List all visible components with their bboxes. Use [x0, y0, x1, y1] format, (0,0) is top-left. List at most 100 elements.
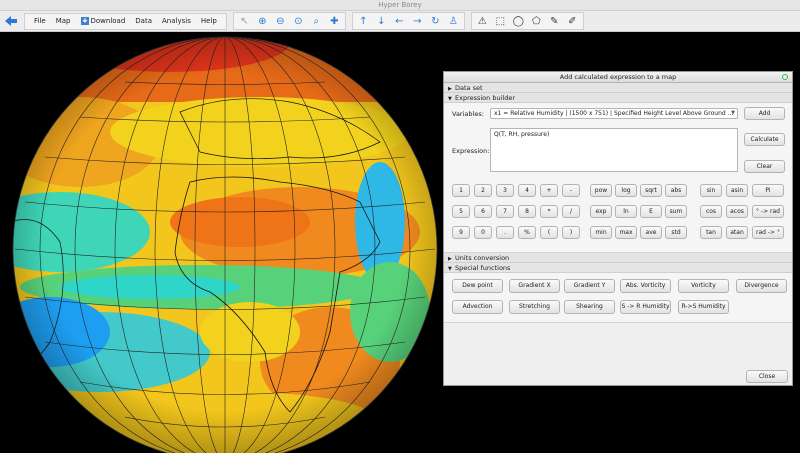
keypad-button[interactable]: +: [540, 184, 558, 197]
keypad-button[interactable]: .: [496, 226, 514, 239]
zoom-out-icon[interactable]: ⊖: [272, 14, 289, 29]
dew-point-button[interactable]: Dew point: [452, 279, 503, 293]
expression-input[interactable]: Q(T, RH, pressure): [490, 128, 738, 172]
stretching-button[interactable]: Stretching: [509, 300, 560, 314]
zoom-in-icon[interactable]: ⊕: [254, 14, 271, 29]
function-button[interactable]: ave: [640, 226, 662, 239]
divergence-button[interactable]: Divergence: [736, 279, 787, 293]
trig-button[interactable]: Pi: [752, 184, 784, 197]
menu-download[interactable]: Download: [76, 14, 131, 29]
trig-button[interactable]: cos: [700, 205, 722, 218]
shearing-button[interactable]: Shearing: [564, 300, 615, 314]
section-special-functions[interactable]: ▼ Special functions: [444, 263, 792, 273]
function-button[interactable]: min: [590, 226, 612, 239]
section-special-label: Special functions: [455, 264, 511, 272]
keypad-button[interactable]: 3: [496, 184, 514, 197]
function-button[interactable]: pow: [590, 184, 612, 197]
section-data-set-label: Data set: [455, 84, 483, 92]
dialog-status-icon[interactable]: [782, 74, 788, 80]
keypad-button[interactable]: 4: [518, 184, 536, 197]
keypad-button[interactable]: -: [562, 184, 580, 197]
special-functions-panel: Dew point Gradient X Gradient Y Abs. Vor…: [444, 273, 792, 323]
keypad-button[interactable]: ): [562, 226, 580, 239]
keypad-button[interactable]: 8: [518, 205, 536, 218]
function-button[interactable]: ln: [615, 205, 637, 218]
function-button[interactable]: sqrt: [640, 184, 662, 197]
measure-icon[interactable]: ⚠: [474, 14, 491, 29]
trig-button[interactable]: rad -> °: [752, 226, 784, 239]
window-title: Hyper Borey: [0, 0, 800, 11]
rect-select-icon[interactable]: ⬚: [492, 14, 509, 29]
arrow-up-icon[interactable]: ↑: [355, 14, 372, 29]
menu-help[interactable]: Help: [196, 14, 222, 29]
back-arrow-icon[interactable]: [2, 12, 20, 30]
menu-download-label: Download: [90, 16, 126, 25]
trig-button[interactable]: sin: [700, 184, 722, 197]
pointer-icon[interactable]: ↖: [236, 14, 253, 29]
menu-file[interactable]: File: [29, 14, 51, 29]
section-expression-builder-label: Expression builder: [455, 94, 516, 102]
keypad-button[interactable]: 1: [452, 184, 470, 197]
gradient-y-button[interactable]: Gradient Y: [564, 279, 615, 293]
globe-surface: [13, 37, 437, 453]
close-button[interactable]: Close: [746, 370, 788, 383]
keypad-button[interactable]: 0: [474, 226, 492, 239]
combo-down-icon: ▼: [731, 110, 735, 116]
arrow-right-icon[interactable]: →: [409, 14, 426, 29]
gradient-x-button[interactable]: Gradient X: [509, 279, 560, 293]
zoom-fit-icon[interactable]: ⊙: [290, 14, 307, 29]
zoom-region-icon[interactable]: ⌕: [308, 14, 325, 29]
edit-icon[interactable]: ✎: [546, 14, 563, 29]
menu-map[interactable]: Map: [51, 14, 76, 29]
s-to-r-humidity-button[interactable]: S -> R Humidity: [620, 300, 671, 314]
function-button[interactable]: max: [615, 226, 637, 239]
function-button[interactable]: exp: [590, 205, 612, 218]
main-toolbar: File Map Download Data Analysis Help ↖ ⊕…: [0, 11, 800, 32]
function-button[interactable]: E: [640, 205, 662, 218]
arrow-left-icon[interactable]: ←: [391, 14, 408, 29]
function-button[interactable]: std: [665, 226, 687, 239]
clear-button[interactable]: Clear: [744, 160, 785, 173]
expression-label: Expression:: [452, 147, 490, 155]
arrow-down-icon[interactable]: ↓: [373, 14, 390, 29]
circle-select-icon[interactable]: ◯: [510, 14, 527, 29]
keypad-button[interactable]: 2: [474, 184, 492, 197]
pan-add-icon[interactable]: ✚: [326, 14, 343, 29]
variables-label: Variables:: [452, 110, 484, 118]
trig-button[interactable]: ° -> rad: [752, 205, 784, 218]
vorticity-button[interactable]: Vorticity: [678, 279, 729, 293]
polygon-select-icon[interactable]: ⬠: [528, 14, 545, 29]
keypad-button[interactable]: 6: [474, 205, 492, 218]
walker-icon[interactable]: ♙: [445, 14, 462, 29]
menu-data[interactable]: Data: [130, 14, 157, 29]
section-units-conversion[interactable]: ▶ Units conversion: [444, 253, 792, 263]
advection-button[interactable]: Advection: [452, 300, 503, 314]
selection-tools: ⚠ ⬚ ◯ ⬠ ✎ ✐: [470, 12, 584, 30]
rotate-icon[interactable]: ↻: [427, 14, 444, 29]
trig-button[interactable]: atan: [726, 226, 748, 239]
section-data-set[interactable]: ▶ Data set: [444, 83, 792, 93]
keypad-button[interactable]: *: [540, 205, 558, 218]
paint-icon[interactable]: ✐: [564, 14, 581, 29]
section-units-label: Units conversion: [455, 254, 510, 262]
trig-button[interactable]: tan: [700, 226, 722, 239]
keypad-button[interactable]: 7: [496, 205, 514, 218]
keypad-button[interactable]: 5: [452, 205, 470, 218]
function-button[interactable]: sum: [665, 205, 687, 218]
trig-button[interactable]: acos: [726, 205, 748, 218]
menu-analysis[interactable]: Analysis: [157, 14, 196, 29]
section-expression-builder[interactable]: ▼ Expression builder: [444, 93, 792, 103]
r-to-s-humidity-button[interactable]: R->S Humidity: [678, 300, 729, 314]
trig-button[interactable]: asin: [726, 184, 748, 197]
function-button[interactable]: log: [615, 184, 637, 197]
keypad-button[interactable]: (: [540, 226, 558, 239]
keypad-button[interactable]: 9: [452, 226, 470, 239]
function-button[interactable]: abs: [665, 184, 687, 197]
abs-vorticity-button[interactable]: Abs. Vorticity: [620, 279, 671, 293]
keypad-button[interactable]: %: [518, 226, 536, 239]
variables-combo[interactable]: x1 = Relative Humidity | (1500 x 751) | …: [490, 108, 738, 119]
dialog-title: Add calculated expression to a map: [444, 72, 792, 83]
keypad-button[interactable]: /: [562, 205, 580, 218]
add-button[interactable]: Add: [744, 107, 785, 120]
calculate-button[interactable]: Calculate: [744, 133, 785, 146]
